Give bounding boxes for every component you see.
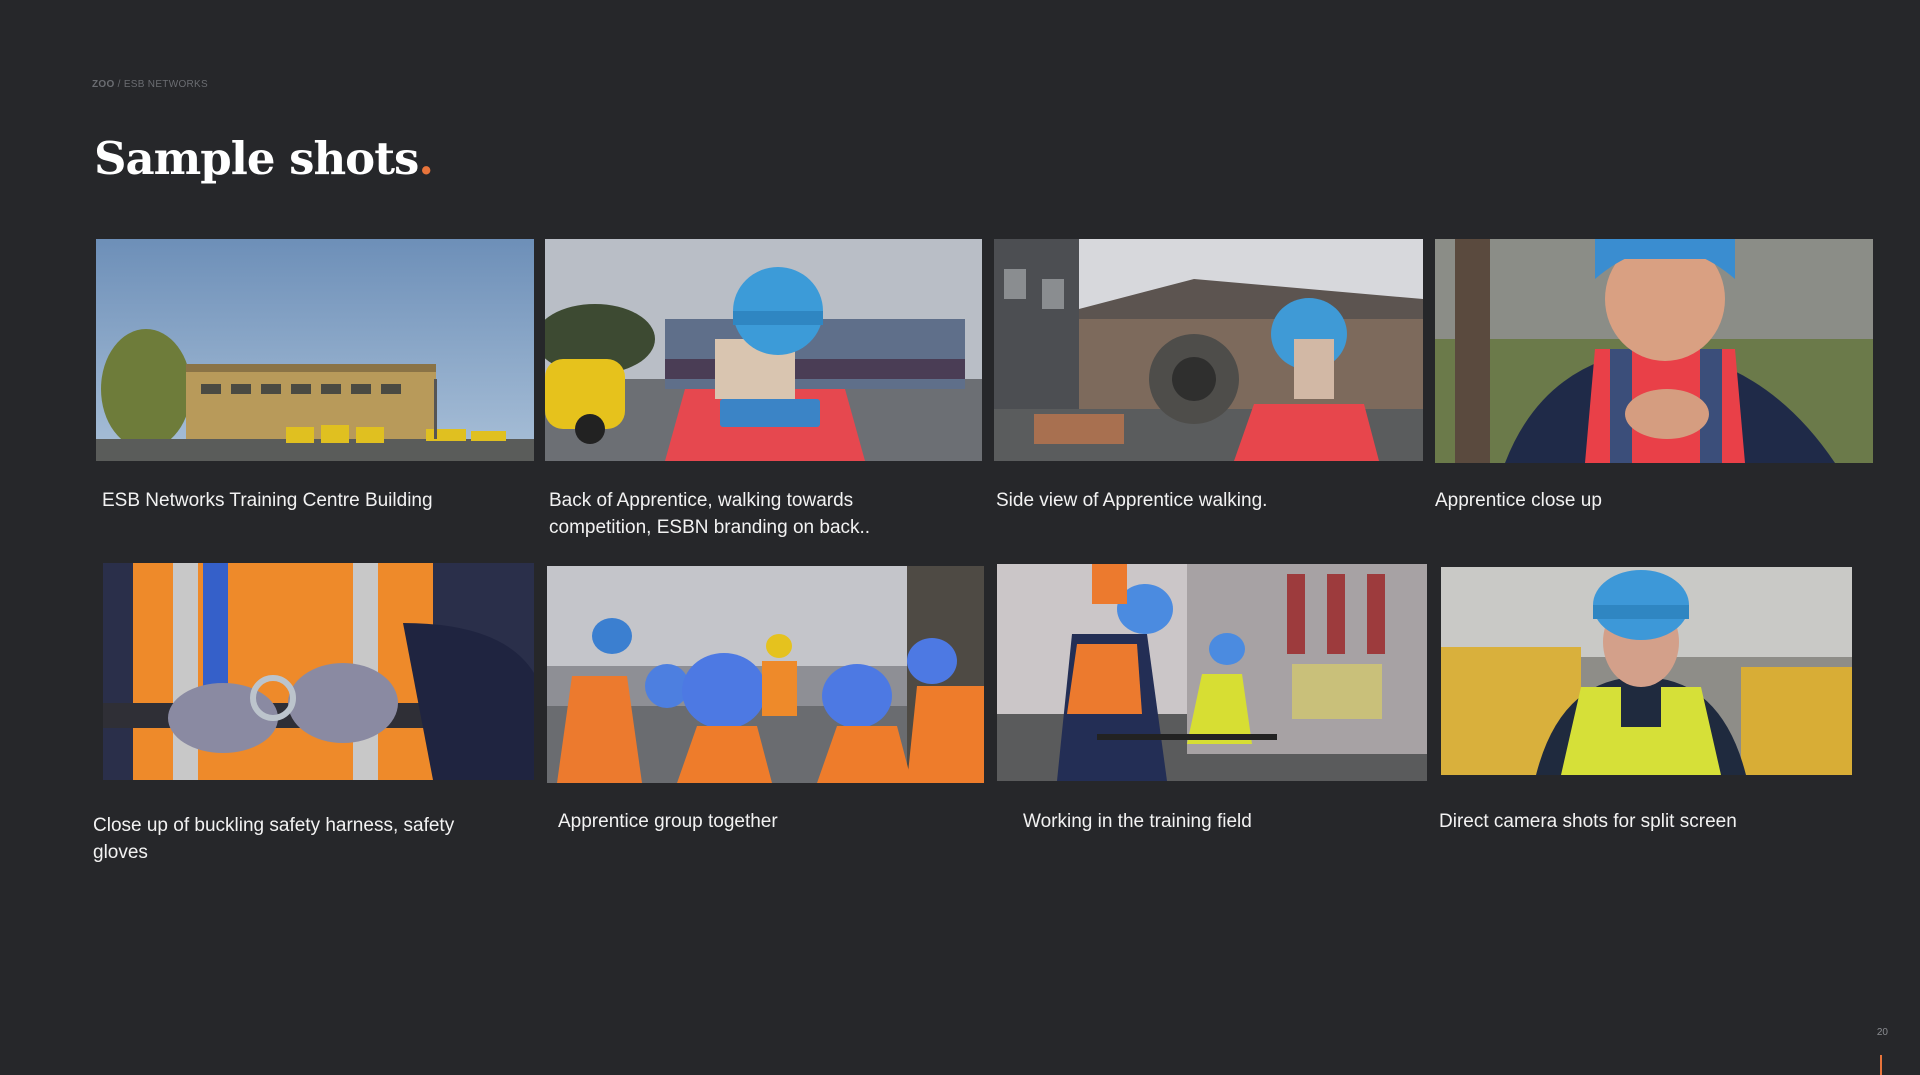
breadcrumb-brand: ZOO	[92, 79, 115, 90]
shot-caption-3: Side view of Apprentice walking.	[996, 490, 1268, 511]
shot-caption-8: Direct camera shots for split screen	[1439, 811, 1737, 832]
breadcrumb-section: / ESB NETWORKS	[114, 79, 208, 90]
page-accent-bar	[1880, 1055, 1882, 1075]
shot-image-7	[997, 564, 1427, 781]
title-accent-dot: .	[418, 132, 434, 185]
shot-caption-6: Apprentice group together	[558, 811, 778, 832]
shot-caption-4: Apprentice close up	[1435, 490, 1602, 511]
shot-image-1	[96, 239, 534, 461]
shot-caption-1: ESB Networks Training Centre Building	[102, 490, 433, 511]
shot-image-2	[545, 239, 982, 461]
breadcrumb: ZOO / ESB NETWORKS	[92, 79, 208, 90]
page-title: Sample shots.	[94, 132, 434, 185]
shot-image-4	[1435, 239, 1873, 463]
shot-caption-2: Back of Apprentice, walking towards comp…	[549, 490, 871, 538]
shot-image-3	[994, 239, 1423, 461]
shot-image-5	[103, 563, 534, 780]
shot-caption-5: Close up of buckling safety harness, saf…	[93, 815, 455, 863]
shot-image-6	[547, 566, 984, 783]
shot-caption-7: Working in the training field	[1023, 811, 1252, 832]
page-title-text: Sample shots	[94, 132, 419, 185]
shot-image-8	[1441, 567, 1852, 775]
page-number: 20	[1876, 1027, 1888, 1038]
